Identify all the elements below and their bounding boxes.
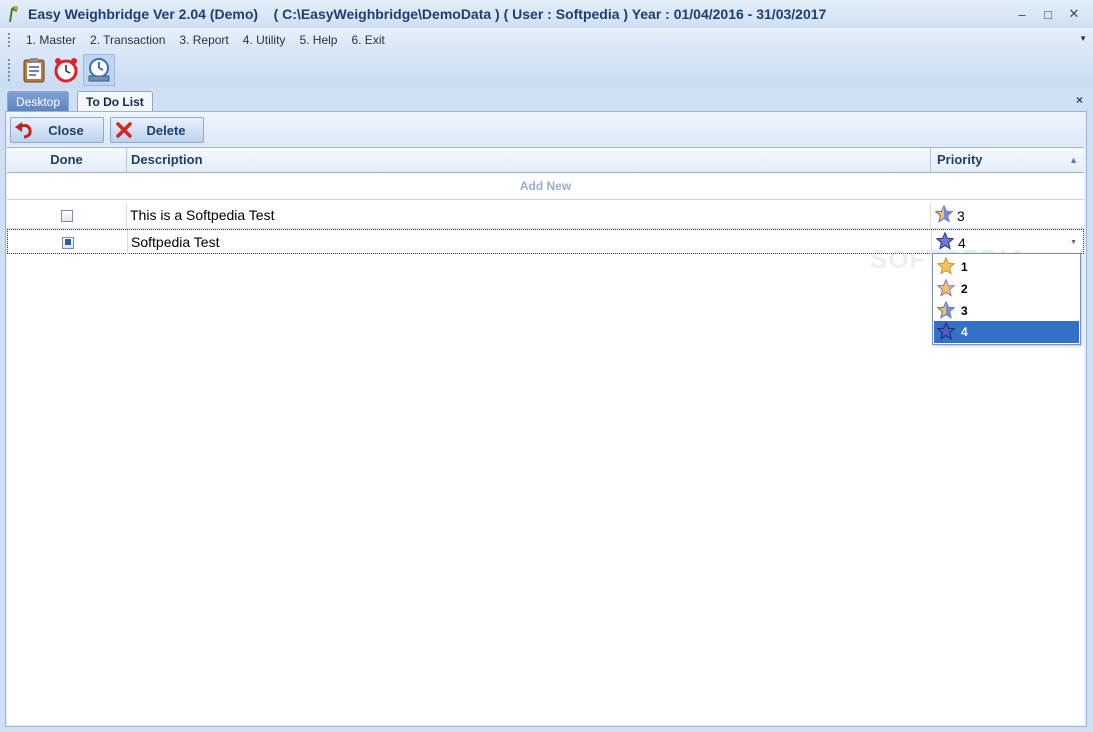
table-row[interactable]: This is a Softpedia Test 3 (7, 203, 1084, 229)
star-icon (936, 300, 956, 322)
sort-ascending-icon: ▲ (1069, 155, 1078, 165)
tab-strip: Desktop To Do List × (0, 88, 1093, 113)
priority-option-label: 1 (961, 260, 968, 274)
to-do-panel: Close Delete Done Description Priority ▲… (5, 111, 1087, 727)
toolbar (0, 52, 1093, 88)
description-cell[interactable]: This is a Softpedia Test (127, 203, 931, 228)
undo-arrow-icon (11, 121, 37, 139)
clipboard-icon[interactable] (19, 55, 49, 85)
priority-option-3[interactable]: 3 (934, 300, 1079, 322)
priority-value: 3 (957, 207, 965, 224)
priority-dropdown-list: 1 2 3 4 (932, 253, 1081, 345)
star-icon (936, 256, 956, 278)
menu-master[interactable]: 1. Master (19, 33, 83, 47)
chevron-down-icon[interactable]: ▼ (1070, 239, 1077, 246)
priority-option-label: 2 (961, 282, 968, 296)
toolbar-grip (8, 59, 13, 81)
star-icon (934, 204, 954, 226)
close-button-label: Close (48, 122, 84, 138)
tab-to-do-list[interactable]: To Do List (77, 91, 153, 113)
menu-help[interactable]: 5. Help (292, 33, 344, 47)
app-logo-icon (4, 4, 24, 24)
priority-option-label: 4 (961, 325, 968, 339)
app-window: Easy Weighbridge Ver 2.04 (Demo) ( C:\Ea… (0, 0, 1093, 732)
menu-grip (8, 33, 13, 47)
star-icon (936, 278, 956, 300)
menu-transaction[interactable]: 2. Transaction (83, 33, 172, 47)
grid-header: Done Description Priority ▲ (7, 148, 1084, 173)
menu-exit[interactable]: 6. Exit (344, 33, 391, 47)
maximize-button[interactable]: □ (1035, 4, 1061, 24)
done-cell (7, 203, 127, 228)
title-bar: Easy Weighbridge Ver 2.04 (Demo) ( C:\Ea… (0, 0, 1093, 28)
close-tab-icon[interactable]: × (1076, 93, 1083, 107)
minimize-button[interactable]: – (1009, 4, 1035, 24)
to-do-grid: Done Description Priority ▲ Add New This… (7, 147, 1084, 725)
close-window-button[interactable]: ✕ (1061, 4, 1087, 24)
menu-bar: 1. Master 2. Transaction 3. Report 4. Ut… (0, 28, 1093, 52)
close-button[interactable]: Close (10, 117, 104, 143)
column-header-description[interactable]: Description (127, 148, 931, 172)
priority-option-label: 3 (961, 304, 968, 318)
done-checkbox[interactable] (61, 236, 74, 249)
column-header-priority-label: Priority (937, 152, 983, 167)
menu-overflow-icon[interactable]: ▼ (1079, 34, 1087, 43)
action-bar: Close Delete (6, 112, 1086, 146)
priority-option-4[interactable]: 4 (934, 321, 1079, 343)
add-new-row[interactable]: Add New (7, 173, 1084, 200)
window-title: Easy Weighbridge Ver 2.04 (Demo) ( C:\Ea… (28, 6, 827, 22)
menu-utility[interactable]: 4. Utility (236, 33, 293, 47)
tab-desktop[interactable]: Desktop (7, 91, 70, 112)
priority-option-2[interactable]: 2 (934, 278, 1079, 300)
description-cell[interactable]: Softpedia Test (128, 230, 932, 255)
done-cell (8, 230, 128, 255)
delete-button-label: Delete (146, 122, 186, 138)
window-controls: – □ ✕ (1009, 4, 1087, 24)
delete-x-icon (111, 121, 137, 139)
delete-button[interactable]: Delete (110, 117, 204, 143)
priority-cell[interactable]: 3 (932, 203, 1084, 228)
backup-icon[interactable] (83, 54, 115, 86)
column-header-done[interactable]: Done (7, 148, 127, 172)
priority-option-1[interactable]: 1 (934, 256, 1079, 278)
menu-report[interactable]: 3. Report (172, 33, 235, 47)
column-header-priority[interactable]: Priority ▲ (932, 148, 1084, 172)
alarm-clock-icon[interactable] (51, 55, 81, 85)
star-icon (936, 321, 956, 343)
done-checkbox[interactable] (60, 209, 73, 222)
